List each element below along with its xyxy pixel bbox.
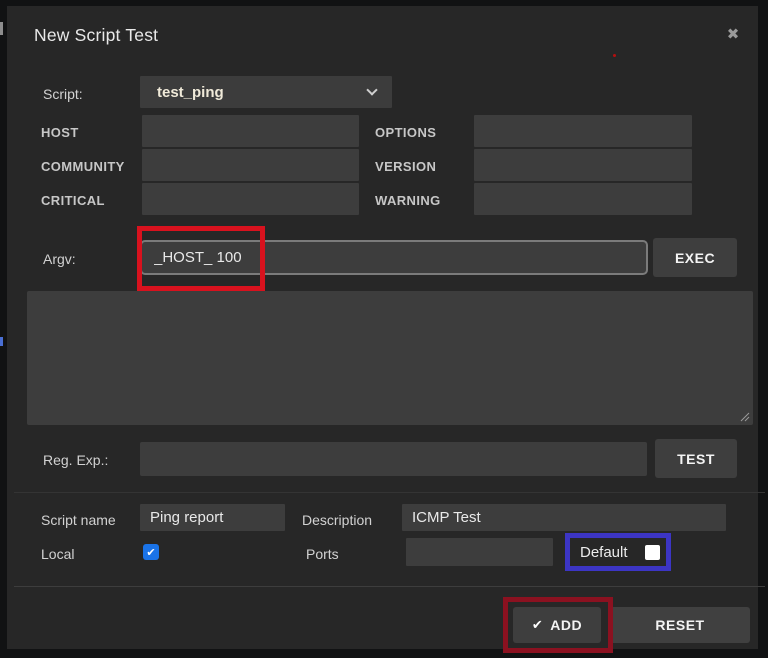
test-button[interactable]: TEST: [655, 439, 737, 478]
script-output-textarea[interactable]: [27, 291, 753, 425]
script-name-label: Script name: [41, 512, 116, 528]
script-name-input[interactable]: [140, 504, 285, 531]
local-label: Local: [41, 546, 75, 562]
script-select[interactable]: test_ping: [140, 76, 392, 108]
description-label: Description: [302, 512, 373, 528]
resize-handle-icon[interactable]: [739, 411, 750, 422]
chevron-down-icon: [366, 84, 378, 96]
critical-input[interactable]: [142, 183, 359, 215]
red-dot-artifact: [613, 54, 616, 57]
local-checkbox[interactable]: ✔: [143, 544, 159, 560]
section-divider: [14, 492, 765, 493]
ports-input[interactable]: [406, 538, 553, 566]
add-button-label: ADD: [550, 617, 583, 633]
warning-input[interactable]: [474, 183, 692, 215]
description-input[interactable]: [402, 504, 726, 531]
script-select-value: test_ping: [157, 83, 224, 101]
critical-label: CRITICAL: [41, 193, 105, 208]
exec-button[interactable]: EXEC: [653, 238, 737, 277]
check-icon: ✔: [531, 617, 544, 632]
version-input[interactable]: [474, 149, 692, 181]
script-label: Script:: [43, 86, 83, 102]
default-label: Default: [580, 543, 628, 561]
check-icon: ✔: [146, 546, 156, 559]
screen-background: New Script Test ✖ Script: test_ping HOST…: [0, 0, 768, 658]
regexp-input[interactable]: [140, 442, 647, 476]
options-input[interactable]: [474, 115, 692, 147]
ports-label: Ports: [306, 546, 339, 562]
script-output-area: [27, 291, 753, 425]
options-label: OPTIONS: [375, 125, 437, 140]
community-input[interactable]: [142, 149, 359, 181]
argv-input[interactable]: [140, 240, 648, 275]
default-checkbox[interactable]: [645, 544, 660, 560]
community-label: COMMUNITY: [41, 159, 125, 174]
reset-button[interactable]: RESET: [610, 607, 750, 643]
warning-label: WARNING: [375, 193, 441, 208]
host-label: HOST: [41, 125, 79, 140]
add-button[interactable]: ✔ ADD: [513, 607, 601, 643]
background-page-fragment-blue: [0, 337, 3, 346]
dialog-title: New Script Test: [34, 25, 159, 45]
default-group: Default: [570, 538, 666, 566]
regexp-label: Reg. Exp.:: [43, 452, 109, 468]
footer-divider: [14, 586, 765, 587]
version-label: VERSION: [375, 159, 437, 174]
close-icon[interactable]: ✖: [719, 20, 747, 48]
argv-label: Argv:: [43, 251, 76, 267]
background-page-fragment: [0, 22, 3, 35]
host-input[interactable]: [142, 115, 359, 147]
new-script-test-dialog: New Script Test ✖ Script: test_ping HOST…: [7, 6, 765, 653]
